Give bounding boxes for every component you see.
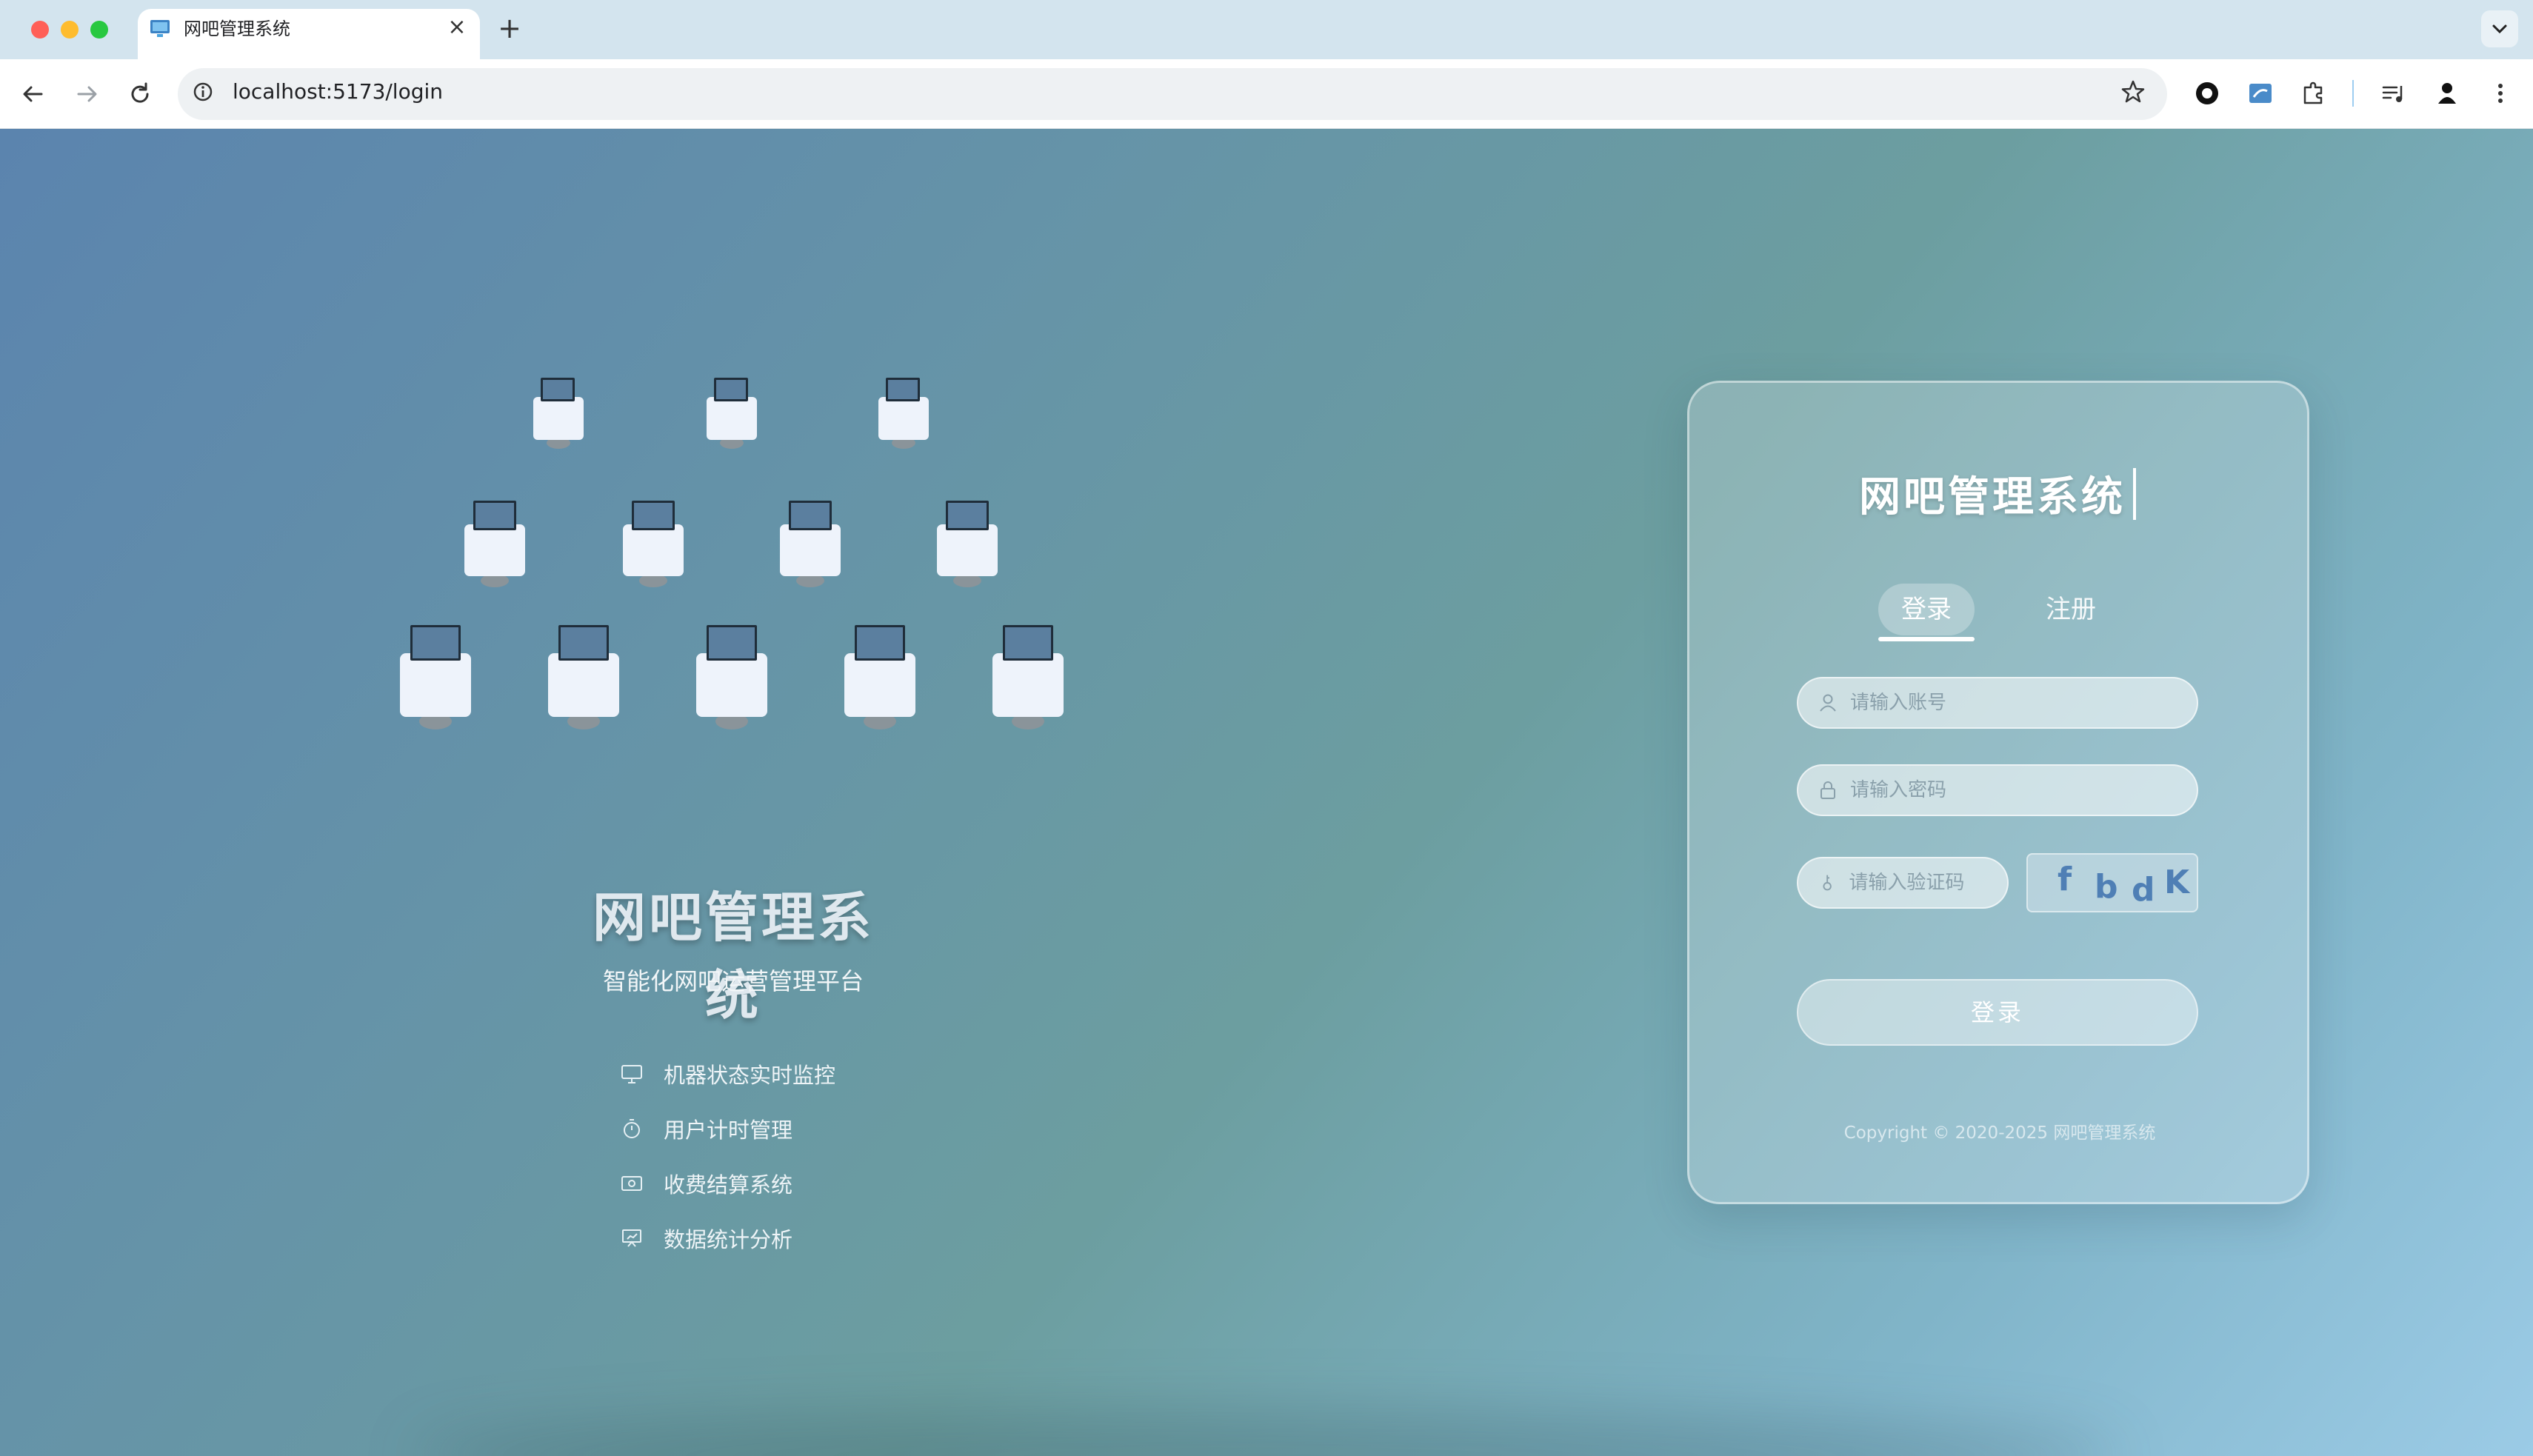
captcha-char: d (2132, 871, 2155, 909)
browser-tab-title: 网吧管理系统 (184, 19, 290, 39)
computer-icon (464, 501, 525, 587)
timer-icon (624, 1119, 640, 1138)
back-arrow-icon[interactable] (16, 77, 50, 111)
favicon-icon (150, 20, 170, 37)
tab-login[interactable]: 登录 (1878, 584, 1975, 635)
profile-avatar-icon[interactable] (2431, 77, 2463, 110)
login-card-title: 网吧管理系统 (1859, 473, 2126, 521)
extensions-puzzle-icon[interactable] (2297, 77, 2330, 110)
account-input[interactable] (1850, 692, 2169, 714)
password-field[interactable] (1797, 764, 2198, 816)
media-controls-icon[interactable] (2377, 77, 2410, 110)
record-extension-icon[interactable] (2191, 77, 2223, 110)
feature-label: 用户计时管理 (664, 1118, 793, 1143)
reload-icon[interactable] (123, 77, 157, 111)
tab-register[interactable]: 注册 (2026, 584, 2115, 635)
tab-search-icon[interactable] (2481, 10, 2518, 47)
feature-item: 用户计时管理 (619, 1112, 792, 1145)
lock-icon (1821, 781, 1835, 799)
typing-cursor (2133, 468, 2136, 520)
window-minimize-button[interactable] (61, 21, 79, 39)
screenshot-extension-icon[interactable] (2244, 77, 2277, 110)
feature-item: 数据统计分析 (619, 1222, 792, 1255)
computer-icon (533, 378, 584, 449)
address-bar-url[interactable]: localhost:5173/login (233, 79, 443, 105)
hero-title: 网吧管理系统 (592, 886, 874, 1026)
key-icon (1823, 875, 1832, 891)
feature-label: 机器状态实时监控 (664, 1063, 836, 1088)
feature-label: 数据统计分析 (664, 1227, 793, 1252)
chart-icon (622, 1229, 641, 1247)
captcha-image[interactable]: f b d K (2026, 853, 2198, 912)
captcha-input[interactable] (1849, 872, 2007, 894)
toolbar-divider (2352, 80, 2354, 107)
computer-icon (992, 625, 1064, 729)
captcha-char: K (2164, 864, 2190, 901)
browser-menu-icon[interactable] (2484, 77, 2517, 110)
forward-arrow-icon[interactable] (70, 77, 104, 111)
computer-icon (623, 501, 684, 587)
bookmark-star-icon[interactable] (2118, 77, 2148, 107)
copyright-text: Copyright © 2020-2025 网吧管理系统 (1843, 1123, 2156, 1143)
computer-icon (548, 625, 619, 729)
computer-icon (696, 625, 767, 729)
window-zoom-button[interactable] (90, 21, 108, 39)
computer-icon (780, 501, 841, 587)
computer-icon (707, 378, 757, 449)
address-bar[interactable] (178, 68, 2167, 120)
tab-close-icon[interactable]: × (444, 15, 470, 40)
hero-subtitle: 智能化网吧运营管理平台 (602, 967, 864, 995)
account-field[interactable] (1797, 677, 2198, 729)
window-close-button[interactable] (31, 21, 49, 39)
computer-icon (878, 378, 929, 449)
computer-icon (400, 625, 471, 729)
page-bottom-shadow (415, 1412, 2118, 1456)
captcha-field[interactable] (1797, 857, 2009, 909)
computer-icon (937, 501, 998, 587)
monitor-icon (621, 1065, 642, 1083)
captcha-char: b (2095, 868, 2118, 906)
user-icon (1820, 694, 1836, 712)
feature-item: 收费结算系统 (619, 1167, 792, 1200)
computer-icon (844, 625, 915, 729)
active-tab-indicator (1878, 637, 1975, 641)
password-input[interactable] (1850, 779, 2169, 801)
feature-label: 收费结算系统 (664, 1172, 793, 1198)
login-submit-button[interactable]: 登录 (1797, 979, 2198, 1046)
payment-icon (621, 1176, 642, 1191)
site-info-icon[interactable] (190, 79, 216, 105)
feature-item: 机器状态实时监控 (619, 1058, 835, 1090)
new-tab-icon[interactable]: + (495, 13, 524, 43)
captcha-char: f (2058, 861, 2072, 898)
